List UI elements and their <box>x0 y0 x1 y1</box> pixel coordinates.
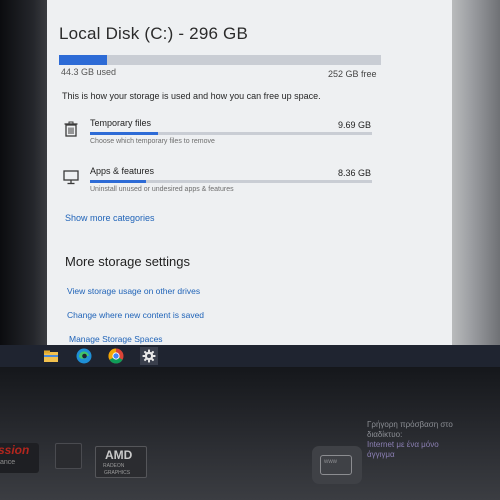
taskbar <box>0 345 500 367</box>
used-space-label: 44.3 GB used <box>61 67 117 77</box>
description-line: Internet με ένα μόνο <box>367 440 439 449</box>
category-size: 8.36 GB <box>337 168 371 178</box>
more-storage-settings-title: More storage settings <box>65 254 191 269</box>
category-usage-bar <box>90 132 372 135</box>
internet-key-description: Γρήγορη πρόσβαση στο διαδίκτυο: Internet… <box>367 420 497 460</box>
internet-key-icon: www <box>312 446 362 484</box>
chrome-icon[interactable] <box>107 347 125 365</box>
amd-logo-text: AMD <box>105 448 133 462</box>
description-line: διαδίκτυο: <box>367 430 403 439</box>
chip-sticker <box>55 443 82 469</box>
category-apps-features[interactable]: Apps & features 8.36 GB Uninstall unused… <box>62 166 382 206</box>
category-usage-bar <box>90 180 372 183</box>
screen-bezel-left <box>0 0 47 352</box>
settings-storage-window: Local Disk (C:) - 296 GB 44.3 GB used 25… <box>47 0 452 345</box>
file-explorer-icon[interactable] <box>42 347 60 365</box>
brand-sticker-subtext: ance <box>0 459 16 466</box>
category-usage-fill <box>90 180 147 183</box>
screen-bezel-right <box>452 0 500 352</box>
show-more-categories-link[interactable]: Show more categories <box>65 213 155 223</box>
edge-icon[interactable] <box>75 347 93 365</box>
monitor-icon <box>62 168 80 186</box>
category-size: 9.69 GB <box>337 120 371 130</box>
amd-graphics-text: GRAPHICS <box>104 470 131 476</box>
amd-radeon-sticker: AMD RADEON GRAPHICS <box>95 446 147 478</box>
amd-radeon-text: RADEON <box>103 463 125 469</box>
storage-usage-bar <box>59 55 381 65</box>
disk-title: Local Disk (C:) - 296 GB <box>59 24 249 43</box>
storage-description: This is how your storage is used and how… <box>62 91 321 101</box>
trash-icon <box>62 120 80 138</box>
category-name: Apps & features <box>90 166 155 176</box>
description-line: Γρήγορη πρόσβαση στο <box>367 420 453 429</box>
view-storage-other-drives-link[interactable]: View storage usage on other drives <box>67 286 200 296</box>
manage-storage-spaces-link[interactable]: Manage Storage Spaces <box>69 334 163 344</box>
description-line: άγγιγμα <box>367 450 395 459</box>
brand-sticker: ssion ance <box>0 443 39 473</box>
free-space-label: 252 GB free <box>328 69 377 79</box>
category-temporary-files[interactable]: Temporary files 9.69 GB Choose which tem… <box>62 118 382 158</box>
settings-icon[interactable] <box>140 347 158 365</box>
storage-usage-fill <box>59 55 108 65</box>
change-new-content-location-link[interactable]: Change where new content is saved <box>67 310 204 320</box>
category-subtitle: Choose which temporary files to remove <box>90 138 215 145</box>
category-name: Temporary files <box>90 118 152 128</box>
category-subtitle: Uninstall unused or undesired apps & fea… <box>90 186 234 193</box>
category-usage-fill <box>90 132 158 135</box>
internet-key-text: www <box>324 459 337 465</box>
brand-sticker-text: ssion <box>0 443 30 457</box>
